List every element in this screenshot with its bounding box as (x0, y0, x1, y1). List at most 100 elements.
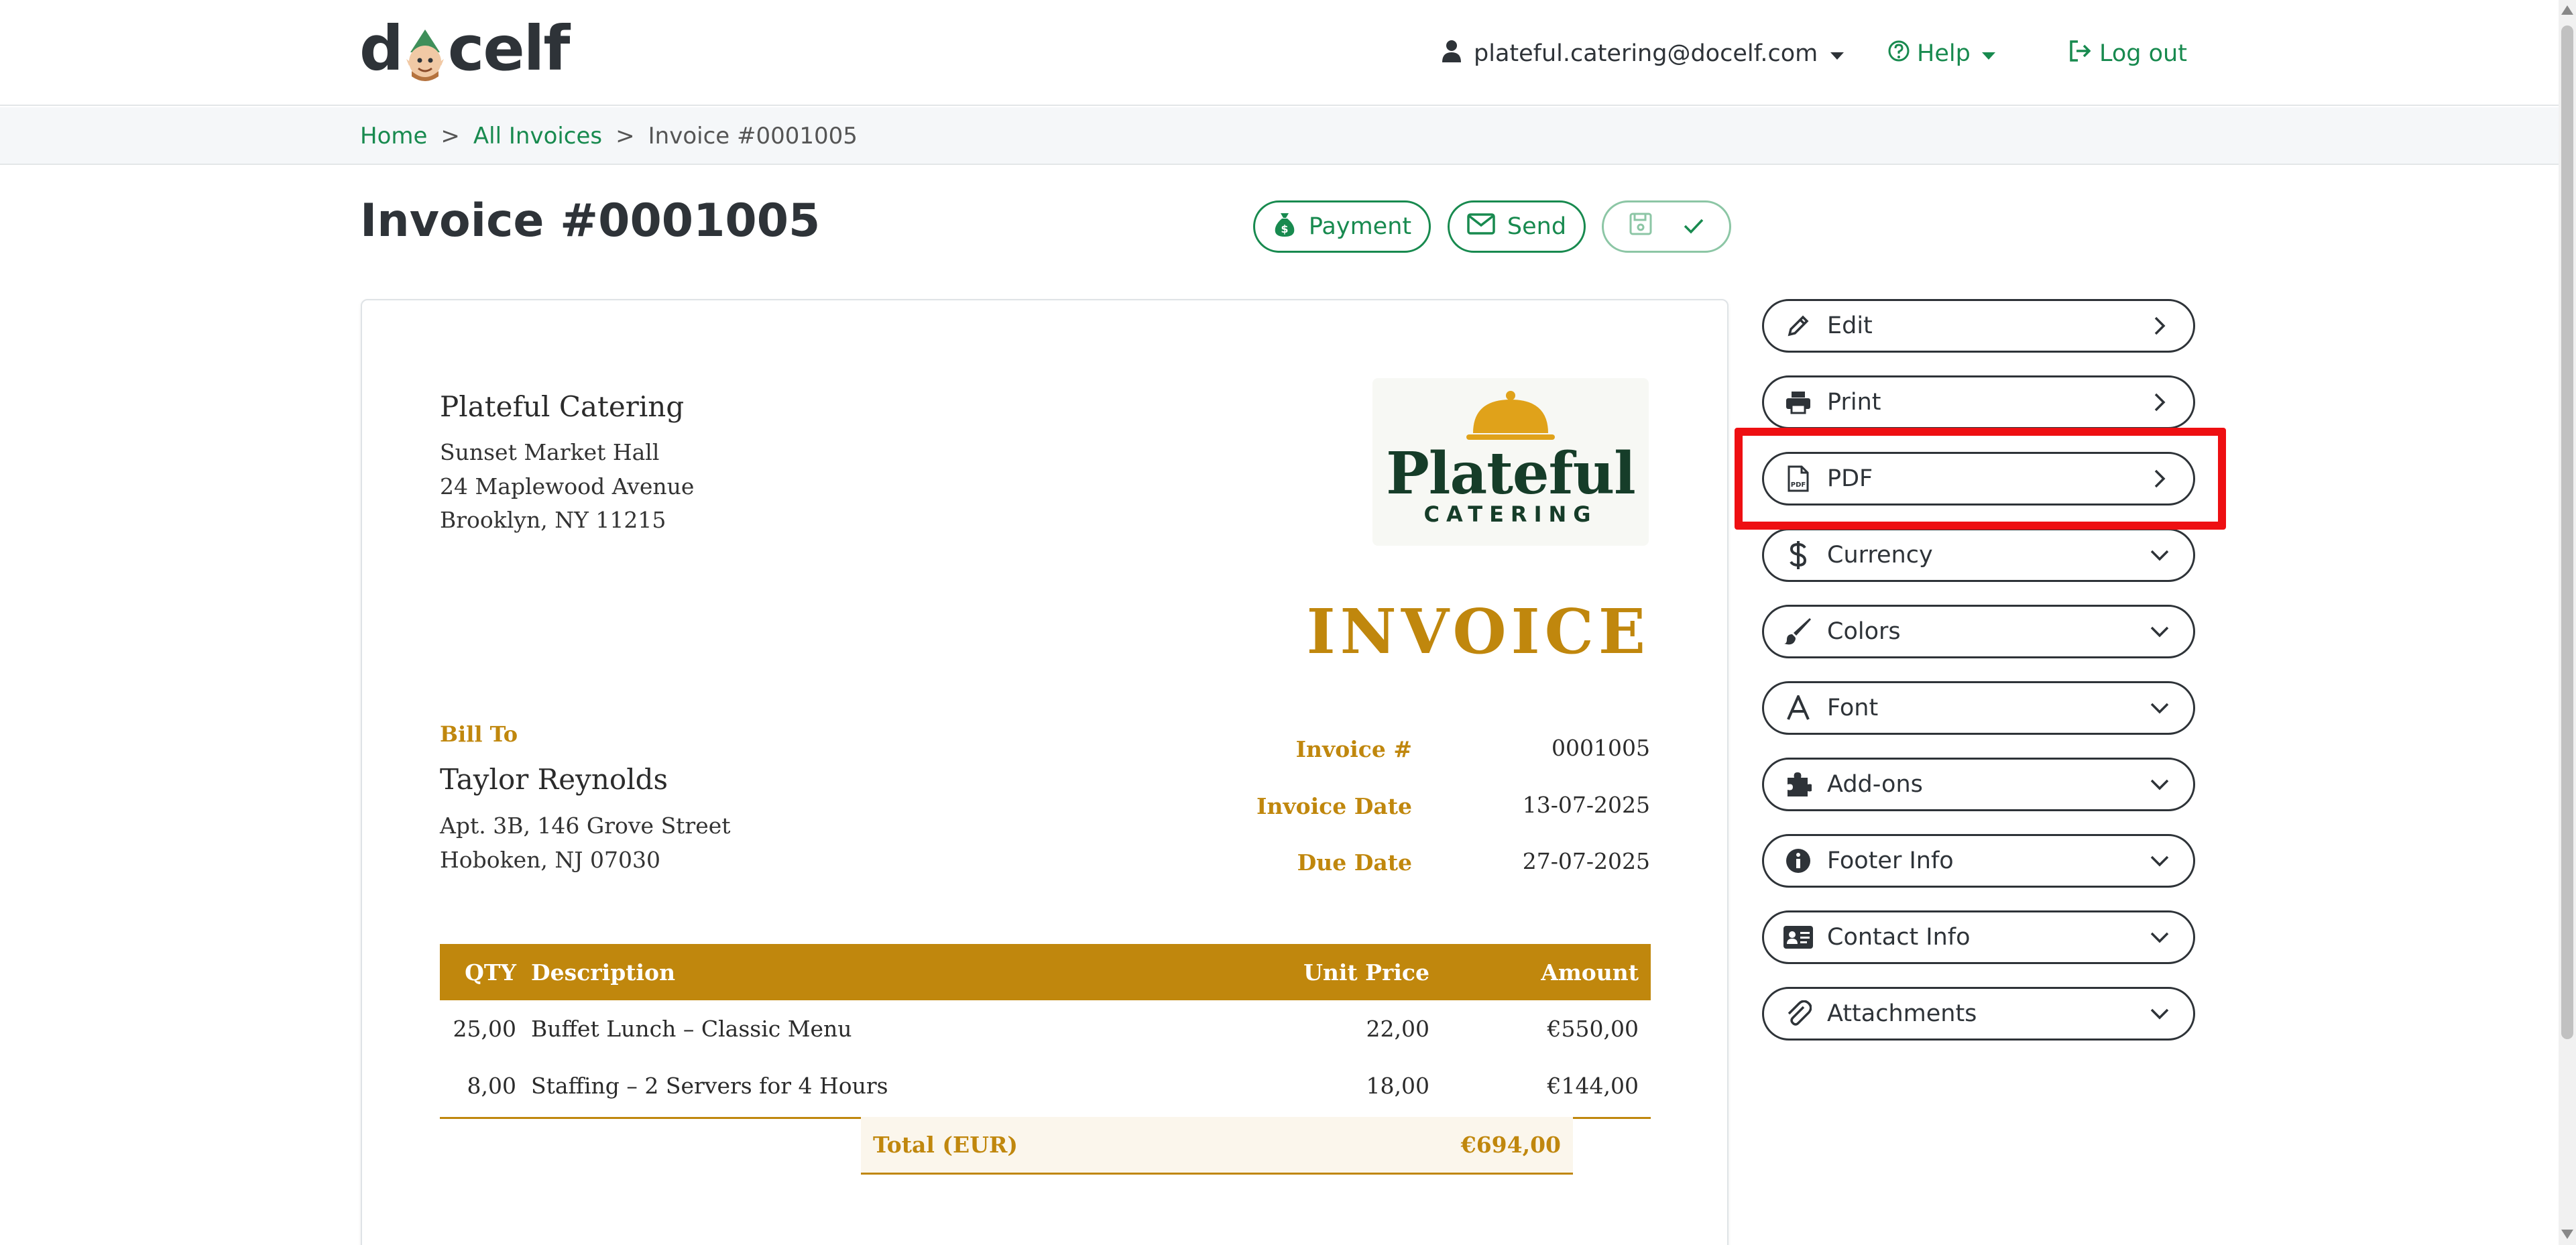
edit-label: Edit (1827, 312, 1873, 339)
row-amount: €550,00 (1547, 1016, 1639, 1042)
currency-dropdown[interactable]: Currency (1762, 528, 2195, 582)
edit-button[interactable]: Edit (1762, 299, 2195, 353)
scroll-down-arrow-icon[interactable] (2561, 1230, 2573, 1239)
money-bag-icon: $ (1273, 211, 1297, 243)
col-qty-header: QTY (465, 959, 516, 986)
footer-info-dropdown[interactable]: Footer Info (1762, 834, 2195, 888)
envelope-icon (1467, 213, 1495, 241)
table-header-row: QTY Description Unit Price Amount (440, 944, 1651, 1000)
col-amount-header: Amount (1541, 959, 1639, 986)
row-description: Staffing – 2 Servers for 4 Hours (531, 1073, 888, 1099)
svg-text:$: $ (1281, 223, 1288, 235)
invoice-date-label: Invoice Date (1256, 793, 1412, 819)
invoice-preview: Plateful Catering Sunset Market Hall 24 … (361, 299, 1729, 1245)
save-button[interactable] (1602, 200, 1731, 253)
attachments-label: Attachments (1827, 1000, 1977, 1027)
contact-card-icon (1781, 925, 1815, 949)
chevron-down-icon (2146, 855, 2173, 867)
row-qty: 25,00 (453, 1016, 516, 1042)
total-value: €694,00 (1460, 1132, 1561, 1158)
company-name: Plateful Catering (440, 390, 685, 423)
logout-icon (2068, 40, 2093, 68)
row-unit-price: 22,00 (1366, 1016, 1429, 1042)
caret-down-icon (1981, 40, 1996, 67)
breadcrumb-separator: > (616, 123, 635, 150)
chevron-down-icon (2146, 931, 2173, 943)
client-address-line: Hoboken, NJ 07030 (440, 847, 660, 873)
print-button[interactable]: Print (1762, 375, 2195, 429)
dollar-icon (1781, 540, 1815, 570)
chevron-down-icon (2146, 549, 2173, 561)
help-menu[interactable]: Help (1887, 34, 1996, 74)
floppy-disk-icon (1629, 213, 1652, 241)
addons-dropdown[interactable]: Add-ons (1762, 758, 2195, 811)
paintbrush-icon (1781, 618, 1815, 645)
font-dropdown[interactable]: Font (1762, 681, 2195, 735)
logo-text-prefix: d (359, 12, 404, 84)
scrollbar-thumb[interactable] (2561, 25, 2573, 1039)
logout-label: Log out (2099, 40, 2187, 67)
contact-info-dropdown[interactable]: Contact Info (1762, 910, 2195, 964)
row-qty: 8,00 (467, 1073, 516, 1099)
invoice-date-value: 13-07-2025 (1522, 792, 1650, 818)
currency-label: Currency (1827, 542, 1933, 569)
caret-down-icon (1830, 40, 1845, 67)
logo-word: Plateful (1386, 440, 1636, 508)
docelf-logo[interactable]: d celf (359, 12, 570, 84)
row-description: Buffet Lunch – Classic Menu (531, 1016, 852, 1042)
total-label: Total (EUR) (873, 1132, 1018, 1158)
pencil-icon (1781, 314, 1815, 337)
page-title: Invoice #0001005 (360, 194, 821, 247)
font-icon (1781, 695, 1815, 721)
question-circle-icon (1887, 40, 1910, 68)
company-address-line: 24 Maplewood Avenue (440, 473, 695, 499)
colors-dropdown[interactable]: Colors (1762, 605, 2195, 658)
logo-subword: CATERING (1423, 501, 1598, 527)
breadcrumb-bar: Home > All Invoices > Invoice #0001005 (0, 107, 2576, 165)
payment-label: Payment (1308, 213, 1412, 240)
invoice-heading: INVOICE (1306, 595, 1650, 668)
client-name: Taylor Reynolds (440, 763, 668, 796)
client-address-line: Apt. 3B, 146 Grove Street (440, 813, 731, 839)
company-logo: Plateful CATERING (1372, 378, 1649, 546)
company-address-line: Brooklyn, NY 11215 (440, 507, 666, 533)
col-description-header: Description (531, 959, 676, 986)
breadcrumb-home[interactable]: Home (360, 123, 427, 150)
payment-button[interactable]: $ Payment (1253, 200, 1431, 253)
font-label: Font (1827, 695, 1879, 721)
chevron-down-icon (2146, 1008, 2173, 1020)
pdf-file-icon: PDF (1781, 465, 1815, 493)
pdf-button[interactable]: PDF PDF (1762, 452, 2195, 506)
logout-link[interactable]: Log out (2068, 34, 2187, 74)
pdf-label: PDF (1827, 465, 1873, 492)
addons-label: Add-ons (1827, 771, 1923, 798)
send-label: Send (1507, 213, 1567, 240)
elf-mascot-icon (404, 25, 447, 81)
footer-info-label: Footer Info (1827, 847, 1954, 874)
user-account-menu[interactable]: plateful.catering@docelf.com (1442, 34, 1845, 74)
attachments-dropdown[interactable]: Attachments (1762, 987, 2195, 1041)
cloche-icon (1464, 390, 1558, 447)
total-row: Total (EUR) €694,00 (861, 1117, 1573, 1175)
col-unit-price-header: Unit Price (1303, 959, 1429, 986)
due-date-value: 27-07-2025 (1522, 848, 1650, 874)
user-icon (1442, 39, 1462, 69)
bill-to-label: Bill To (440, 721, 518, 747)
breadcrumb: Home > All Invoices > Invoice #0001005 (360, 107, 858, 165)
svg-text:PDF: PDF (1791, 481, 1806, 489)
contact-info-label: Contact Info (1827, 924, 1971, 951)
chevron-down-icon (2146, 626, 2173, 638)
chevron-right-icon (2146, 392, 2173, 412)
checkmark-icon (1683, 213, 1704, 240)
due-date-label: Due Date (1297, 849, 1412, 876)
chevron-right-icon (2146, 316, 2173, 336)
scroll-up-arrow-icon[interactable] (2561, 5, 2573, 15)
colors-label: Colors (1827, 618, 1901, 645)
top-navbar: d celf plateful.catering@docelf.com Help… (0, 0, 2576, 106)
breadcrumb-all-invoices[interactable]: All Invoices (473, 123, 602, 150)
row-unit-price: 18,00 (1366, 1073, 1429, 1099)
logo-text-suffix: celf (447, 12, 570, 84)
chevron-down-icon (2146, 702, 2173, 714)
send-button[interactable]: Send (1448, 200, 1586, 253)
help-label: Help (1917, 40, 1971, 67)
